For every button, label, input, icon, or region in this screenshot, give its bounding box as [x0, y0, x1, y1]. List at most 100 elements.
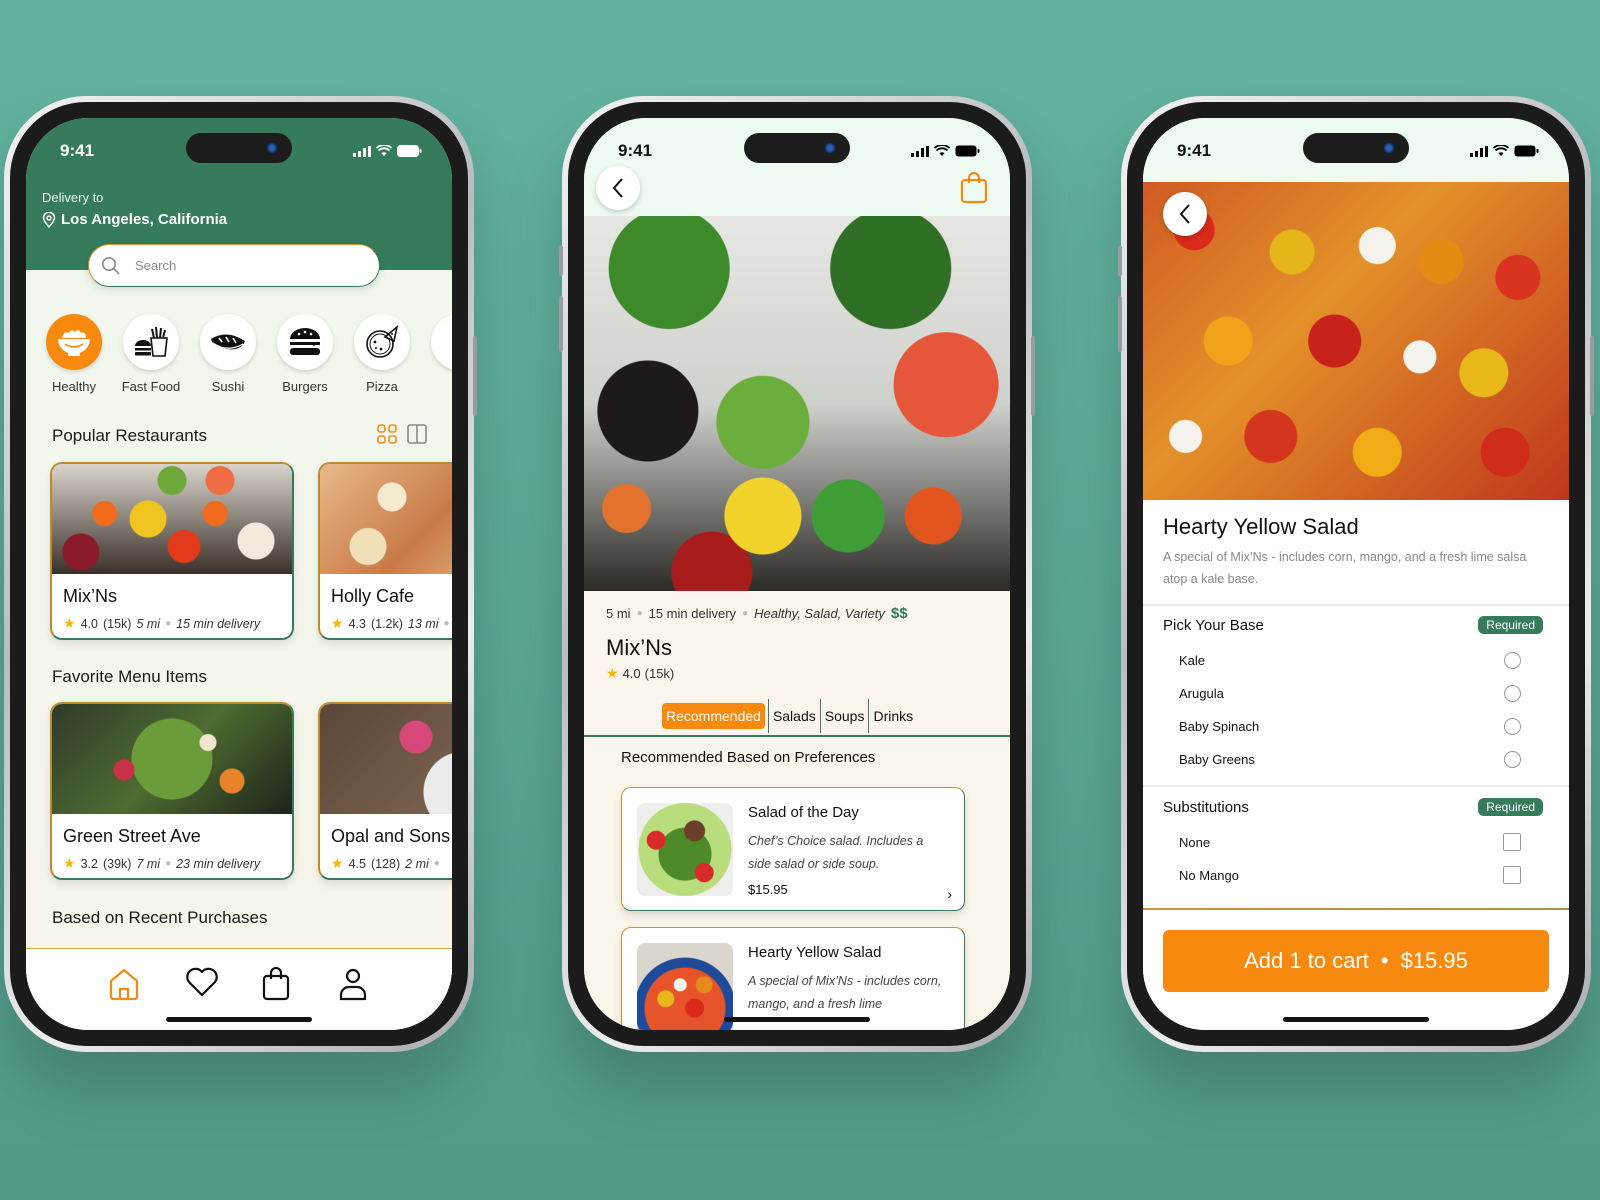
status-time: 9:41 [618, 141, 653, 160]
option-kale[interactable]: Kale [1179, 648, 1521, 672]
restaurant-screen: 9:41 5 mi ● 15 min delivery ● Healthy, S… [584, 118, 1010, 1030]
item-details: Hearty Yellow Salad A special of Mix’Ns … [1143, 500, 1569, 1030]
checkbox[interactable] [1503, 833, 1521, 851]
home-icon [110, 968, 139, 1001]
recommended-title: Recommended Based on Preferences [621, 749, 876, 766]
phone-restaurant: 9:41 5 mi ● 15 min delivery ● Healthy, S… [559, 96, 1035, 1052]
battery-icon [397, 145, 422, 157]
item-hero-image [1143, 182, 1569, 500]
restaurant-name: Mix’Ns [606, 635, 672, 660]
radio-button[interactable] [1504, 750, 1521, 768]
battery-icon [955, 145, 980, 157]
burger-icon [290, 328, 320, 355]
restaurant-image [320, 704, 452, 814]
popular-restaurants-title: Popular Restaurants [52, 426, 207, 445]
category-more[interactable]: M [431, 314, 452, 394]
profile-icon [339, 968, 366, 1001]
category-sushi[interactable]: Sushi [200, 314, 256, 394]
category-burgers[interactable]: Burgers [277, 314, 333, 394]
menu-item-card[interactable]: Salad of the Day Chef’s Choice salad. In… [621, 787, 965, 911]
option-arugula[interactable]: Arugula [1179, 681, 1521, 705]
home-indicator [166, 1017, 312, 1022]
search-icon [102, 256, 120, 275]
option-no-mango[interactable]: No Mango [1179, 863, 1521, 887]
price-level: $$ [890, 605, 908, 622]
search-input[interactable] [135, 258, 335, 273]
grid-view-icon[interactable] [376, 423, 398, 445]
menu-tabs: Recommended Salads Soups Drinks [662, 699, 917, 733]
radio-button[interactable] [1504, 651, 1521, 669]
option-none[interactable]: None [1179, 830, 1521, 854]
signal-icon [911, 145, 929, 157]
list-view-icon[interactable] [406, 423, 428, 445]
heart-icon [185, 967, 218, 997]
wifi-icon [1493, 145, 1509, 156]
view-toggles [376, 423, 428, 445]
nav-cart[interactable] [261, 966, 293, 1001]
pizza-icon [366, 324, 399, 358]
popular-restaurants-list: Mix’Ns ★ 4.0 (15k) 5 mi ● 15 min deliver… [50, 462, 452, 640]
checkbox[interactable] [1503, 866, 1521, 884]
star-icon: ★ [606, 665, 619, 681]
wifi-icon [934, 145, 950, 156]
menu-item-card[interactable]: Hearty Yellow Salad A special of Mix’Ns … [621, 927, 965, 1030]
add-to-cart-button[interactable]: Add 1 to cart • $15.95 [1163, 930, 1549, 992]
delivery-label: Delivery to [42, 190, 104, 205]
chevron-left-icon [612, 178, 623, 198]
wifi-icon [376, 145, 392, 156]
chevron-right-icon: › [947, 886, 952, 902]
menu-item-image [637, 803, 733, 896]
nav-home[interactable] [108, 967, 140, 1001]
tab-salads[interactable]: Salads [767, 699, 820, 733]
item-detail-screen: 9:41 Hearty Yellow Salad A special of Mi… [1143, 118, 1569, 1030]
category-pizza[interactable]: Pizza [354, 314, 410, 394]
restaurant-card[interactable]: Green Street Ave ★ 3.2 (39k) 7 mi ● 23 m… [50, 702, 294, 880]
search-bar[interactable] [88, 244, 380, 287]
radio-button[interactable] [1504, 717, 1521, 735]
delivery-location-text: Los Angeles, California [61, 211, 228, 228]
option-baby-greens[interactable]: Baby Greens [1179, 747, 1521, 771]
signal-icon [1470, 145, 1488, 157]
delivery-location[interactable]: Los Angeles, California [42, 211, 227, 228]
dynamic-island [186, 133, 292, 163]
tab-soups[interactable]: Soups [819, 699, 869, 733]
required-badge: Required [1478, 798, 1543, 816]
category-healthy[interactable]: Healthy [46, 314, 102, 394]
bag-icon [263, 966, 290, 1001]
status-time: 9:41 [1177, 141, 1212, 160]
tab-drinks[interactable]: Drinks [868, 699, 917, 733]
phone-item-detail: 9:41 Hearty Yellow Salad A special of Mi… [1118, 96, 1594, 1052]
restaurant-image [52, 464, 292, 574]
signal-icon [353, 145, 371, 157]
restaurant-card[interactable]: Mix’Ns ★ 4.0 (15k) 5 mi ● 15 min deliver… [50, 462, 294, 640]
back-button[interactable] [596, 166, 640, 210]
option-baby-spinach[interactable]: Baby Spinach [1179, 714, 1521, 738]
restaurant-card[interactable]: Opal and Sons ★ 4.5 (128) 2 mi ● [318, 702, 452, 880]
favorite-items-title: Favorite Menu Items [52, 667, 207, 686]
restaurant-rating: ★ 4.0 (15k) [606, 665, 675, 681]
star-icon: ★ [331, 855, 344, 871]
restaurant-image [52, 704, 292, 814]
location-pin-icon [42, 211, 56, 228]
sushi-icon [211, 334, 245, 350]
radio-button[interactable] [1504, 684, 1521, 702]
favorite-items-list: Green Street Ave ★ 3.2 (39k) 7 mi ● 23 m… [50, 702, 452, 880]
back-button[interactable] [1163, 192, 1207, 236]
home-indicator [1283, 1017, 1429, 1022]
salad-bowl-icon [58, 330, 90, 356]
category-list: Healthy Fast Food Sushi Burgers Pizza [46, 314, 452, 394]
nav-favorites[interactable] [185, 967, 218, 1001]
phone-home: 9:41 Delivery to Los Angeles, California [4, 96, 477, 1052]
dynamic-island [1303, 133, 1409, 163]
subs-group-header: Substitutions Required [1163, 798, 1543, 816]
tab-recommended[interactable]: Recommended [662, 703, 765, 729]
restaurant-hero-image [584, 216, 1010, 591]
home-indicator [724, 1017, 870, 1022]
base-group-header: Pick Your Base Required [1163, 616, 1543, 634]
restaurant-card[interactable]: Holly Cafe ★ 4.3 (1.2k) 13 mi ● [318, 462, 452, 640]
cart-button[interactable] [960, 171, 988, 209]
category-fast-food[interactable]: Fast Food [122, 314, 180, 394]
nav-profile[interactable] [338, 967, 370, 1001]
home-screen: 9:41 Delivery to Los Angeles, California [26, 118, 452, 1030]
restaurant-details: 5 mi ● 15 min delivery ● Healthy, Salad,… [584, 591, 1010, 1030]
